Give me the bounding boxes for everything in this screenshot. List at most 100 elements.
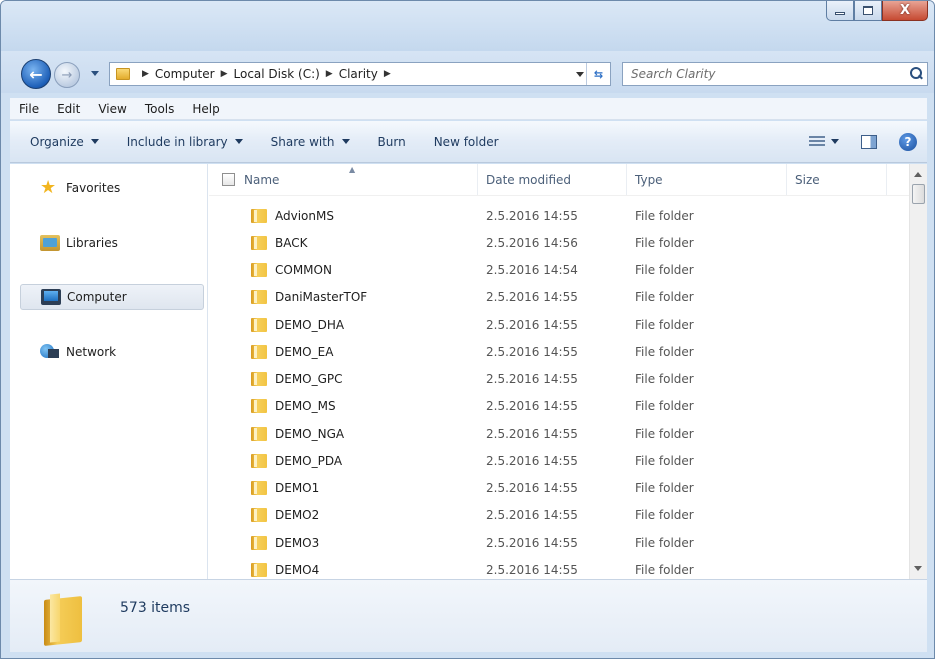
folder-icon bbox=[44, 594, 88, 644]
file-date: 2.5.2016 14:55 bbox=[486, 399, 578, 414]
table-row[interactable]: AdvionMS 2.5.2016 14:55 File folder bbox=[209, 202, 909, 229]
explorer-window: X ← → ▶ Computer ▶ Local Disk (C:) ▶ Cla… bbox=[0, 0, 935, 659]
file-date: 2.5.2016 14:55 bbox=[486, 453, 578, 468]
file-name: DEMO2 bbox=[275, 508, 320, 523]
file-type: File folder bbox=[635, 453, 694, 468]
sort-ascending-icon: ▲ bbox=[349, 165, 356, 174]
file-name-cell: DEMO_MS bbox=[209, 399, 478, 414]
table-row[interactable]: COMMON 2.5.2016 14:54 File folder bbox=[209, 257, 909, 284]
table-row[interactable]: DEMO_DHA 2.5.2016 14:55 File folder bbox=[209, 311, 909, 338]
folder-icon bbox=[251, 453, 267, 468]
close-icon: X bbox=[899, 3, 911, 18]
table-row[interactable]: DEMO3 2.5.2016 14:55 File folder bbox=[209, 529, 909, 556]
nav-item-favorites[interactable]: ★ Favorites bbox=[20, 175, 204, 201]
file-date: 2.5.2016 14:54 bbox=[486, 263, 578, 278]
nav-item-network[interactable]: Network bbox=[20, 339, 204, 365]
table-row[interactable]: DEMO_EA 2.5.2016 14:55 File folder bbox=[209, 338, 909, 365]
scroll-up-icon[interactable] bbox=[914, 172, 922, 177]
table-row[interactable]: DEMO_MS 2.5.2016 14:55 File folder bbox=[209, 393, 909, 420]
new-folder-button[interactable]: New folder bbox=[420, 121, 513, 162]
file-name: DEMO_GPC bbox=[275, 372, 343, 387]
menu-edit[interactable]: Edit bbox=[48, 102, 89, 116]
menu-tools[interactable]: Tools bbox=[136, 102, 184, 116]
column-name[interactable]: Name ▲ bbox=[209, 164, 478, 195]
maximize-button[interactable] bbox=[854, 1, 882, 21]
include-in-library-button[interactable]: Include in library bbox=[113, 121, 257, 162]
scroll-thumb[interactable] bbox=[912, 184, 925, 204]
breadcrumb-computer[interactable]: Computer bbox=[155, 67, 215, 81]
table-row[interactable]: DaniMasterTOF 2.5.2016 14:55 File folder bbox=[209, 284, 909, 311]
libraries-icon bbox=[40, 235, 60, 251]
navigation-pane[interactable]: ★ Favorites Libraries Computer Network bbox=[10, 164, 208, 579]
folder-icon bbox=[251, 535, 267, 550]
back-button[interactable]: ← bbox=[21, 59, 51, 89]
nav-item-libraries[interactable]: Libraries bbox=[20, 230, 204, 256]
breadcrumb-clarity[interactable]: Clarity bbox=[339, 67, 378, 81]
address-row: ← → ▶ Computer ▶ Local Disk (C:) ▶ Clari… bbox=[1, 51, 934, 93]
search-input[interactable] bbox=[623, 67, 905, 81]
file-date: 2.5.2016 14:55 bbox=[486, 426, 578, 441]
table-row[interactable]: DEMO2 2.5.2016 14:55 File folder bbox=[209, 502, 909, 529]
file-type: File folder bbox=[635, 508, 694, 523]
close-button[interactable]: X bbox=[882, 1, 928, 21]
view-options-dropdown[interactable] bbox=[825, 121, 839, 162]
menu-file[interactable]: File bbox=[10, 102, 48, 116]
file-name-cell: DEMO_PDA bbox=[209, 453, 478, 468]
file-name: COMMON bbox=[275, 263, 332, 278]
share-with-button[interactable]: Share with bbox=[257, 121, 364, 162]
column-type-label: Type bbox=[635, 172, 663, 187]
menu-help[interactable]: Help bbox=[183, 102, 228, 116]
refresh-button[interactable]: ⇆ bbox=[586, 63, 610, 85]
search-icon[interactable] bbox=[905, 63, 927, 85]
search-box bbox=[622, 62, 928, 86]
breadcrumb-local-disk[interactable]: Local Disk (C:) bbox=[234, 67, 320, 81]
burn-button[interactable]: Burn bbox=[364, 121, 420, 162]
breadcrumb-separator-icon[interactable]: ▶ bbox=[326, 69, 333, 79]
nav-item-computer[interactable]: Computer bbox=[20, 284, 204, 310]
folder-icon bbox=[251, 562, 267, 577]
minimize-button[interactable] bbox=[826, 1, 854, 21]
menu-view[interactable]: View bbox=[89, 102, 135, 116]
table-row[interactable]: DEMO_NGA 2.5.2016 14:55 File folder bbox=[209, 420, 909, 447]
table-row[interactable]: DEMO1 2.5.2016 14:55 File folder bbox=[209, 475, 909, 502]
file-name-cell: DaniMasterTOF bbox=[209, 290, 478, 305]
title-bar[interactable]: X bbox=[1, 1, 934, 51]
burn-label: Burn bbox=[377, 134, 406, 149]
select-all-checkbox[interactable] bbox=[222, 173, 235, 186]
file-type: File folder bbox=[635, 481, 694, 496]
file-name-cell: COMMON bbox=[209, 263, 478, 278]
column-type[interactable]: Type bbox=[627, 164, 787, 195]
folder-icon bbox=[251, 508, 267, 523]
column-date-label: Date modified bbox=[486, 172, 572, 187]
address-bar[interactable]: ▶ Computer ▶ Local Disk (C:) ▶ Clarity ▶… bbox=[109, 62, 611, 86]
file-type: File folder bbox=[635, 208, 694, 223]
folder-icon bbox=[251, 263, 267, 278]
folder-icon bbox=[116, 68, 130, 80]
file-name-cell: DEMO2 bbox=[209, 508, 478, 523]
change-view-icon[interactable] bbox=[809, 135, 825, 148]
file-name-cell: DEMO_DHA bbox=[209, 317, 478, 332]
table-row[interactable]: DEMO_PDA 2.5.2016 14:55 File folder bbox=[209, 447, 909, 474]
organize-button[interactable]: Organize bbox=[10, 121, 113, 162]
help-icon[interactable]: ? bbox=[899, 132, 917, 151]
column-header: Name ▲ Date modified Type Size bbox=[209, 164, 909, 196]
breadcrumb-separator-icon[interactable]: ▶ bbox=[384, 69, 391, 79]
recent-pages-dropdown[interactable] bbox=[91, 71, 99, 76]
nav-item-label: Favorites bbox=[66, 181, 121, 195]
folder-icon bbox=[251, 344, 267, 359]
column-size[interactable]: Size bbox=[787, 164, 887, 195]
folder-icon bbox=[251, 426, 267, 441]
breadcrumb-root-arrow[interactable]: ▶ bbox=[136, 69, 155, 79]
folder-icon bbox=[251, 290, 267, 305]
table-row[interactable]: DEMO_GPC 2.5.2016 14:55 File folder bbox=[209, 366, 909, 393]
address-dropdown-icon[interactable] bbox=[576, 72, 584, 77]
file-list[interactable]: Name ▲ Date modified Type Size AdvionMS 2… bbox=[209, 164, 909, 579]
vertical-scrollbar[interactable] bbox=[909, 164, 927, 579]
preview-pane-icon[interactable] bbox=[861, 134, 877, 149]
forward-button[interactable]: → bbox=[54, 62, 80, 88]
table-row[interactable]: BACK 2.5.2016 14:56 File folder bbox=[209, 229, 909, 256]
column-date-modified[interactable]: Date modified bbox=[478, 164, 627, 195]
scroll-down-icon[interactable] bbox=[914, 566, 922, 571]
breadcrumb-separator-icon[interactable]: ▶ bbox=[221, 69, 228, 79]
file-date: 2.5.2016 14:55 bbox=[486, 344, 578, 359]
